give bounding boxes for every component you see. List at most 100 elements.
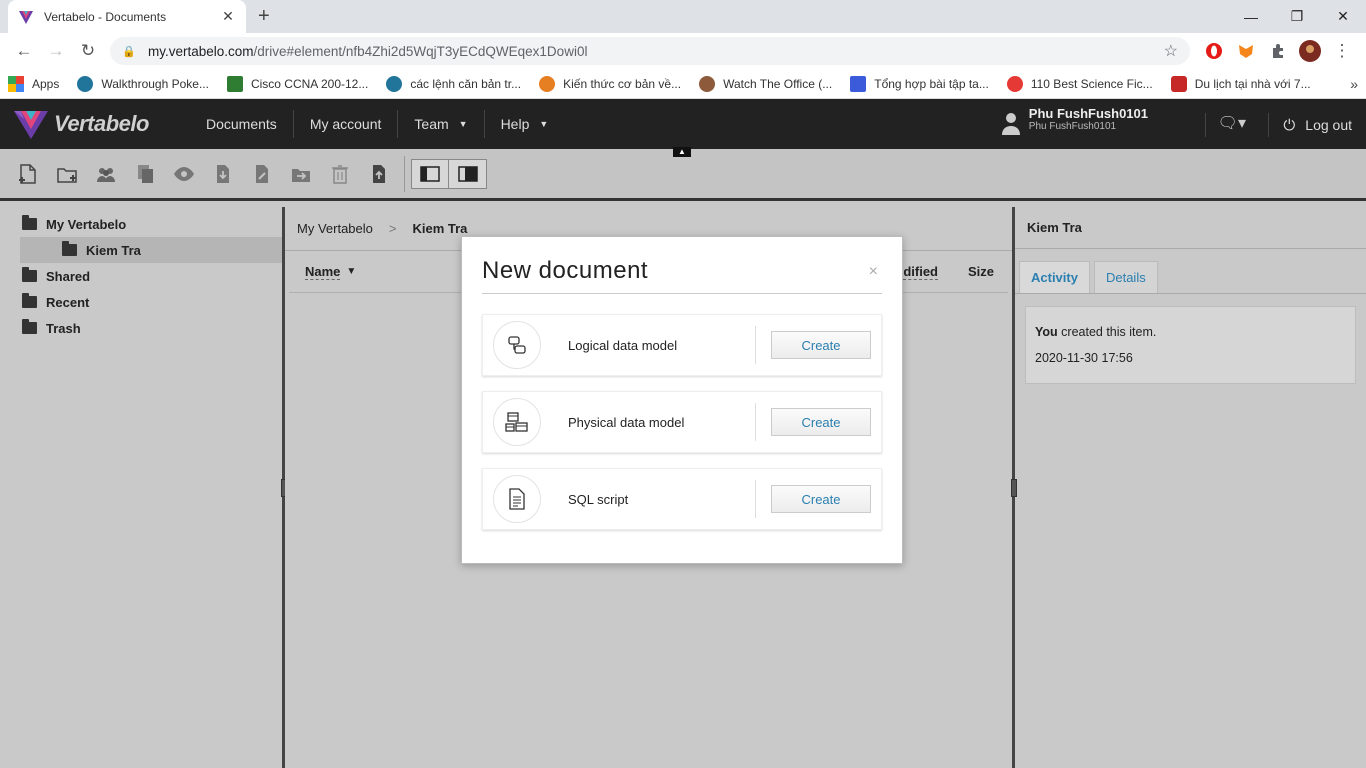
tab-activity[interactable]: Activity [1019, 261, 1090, 293]
url-path: /drive#element/nfb4Zhi2d5WqjT3yECdQWEqex… [253, 43, 588, 59]
browser-navbar: ← → ↻ 🔒 my.vertabelo.com /drive#element/… [0, 33, 1366, 69]
vertabelo-favicon-icon [19, 10, 33, 24]
apps-grid-icon [8, 75, 24, 92]
bookmarks-overflow-icon[interactable]: » [1350, 76, 1358, 92]
dialog-title: New document [482, 257, 882, 294]
forward-icon[interactable]: → [40, 35, 72, 67]
bookmark-item[interactable]: Kiến thức cơ bản về... [539, 75, 681, 92]
chevron-down-icon: ▼ [458, 119, 468, 129]
share-users-icon[interactable] [86, 156, 125, 192]
tree-item-shared[interactable]: Shared [0, 263, 282, 289]
tree-item-recent[interactable]: Recent [0, 289, 282, 315]
move-folder-icon[interactable] [281, 156, 320, 192]
lock-icon: 🔒 [122, 45, 136, 58]
nav-team[interactable]: Team ▼ [398, 110, 485, 138]
browser-tab[interactable]: Vertabelo - Documents ✕ [8, 0, 246, 33]
bookmark-item[interactable]: Tổng hợp bài tập ta... [850, 75, 989, 92]
new-folder-icon[interactable] [47, 156, 86, 192]
metamask-extension-icon[interactable] [1230, 35, 1262, 67]
logout-button[interactable]: ⏻ Log out [1268, 113, 1352, 137]
bookmark-item[interactable]: các lệnh căn bản tr... [386, 75, 521, 92]
nav-help[interactable]: Help ▼ [485, 110, 565, 138]
column-header-modified[interactable]: dified [903, 264, 938, 280]
browser-tabbar: Vertabelo - Documents ✕ + — ❐ ✕ [0, 0, 1366, 33]
download-icon[interactable] [203, 156, 242, 192]
bookmark-item[interactable]: Watch The Office (... [699, 75, 832, 92]
bookmark-item[interactable]: Cisco CCNA 200-12... [226, 75, 368, 92]
dialog-close-icon[interactable]: × [869, 263, 878, 281]
bookmark-item[interactable]: Walkthrough Poke... [77, 75, 209, 92]
user-icon [1001, 113, 1020, 135]
bookmark-item[interactable]: Apps [8, 75, 59, 92]
bookmark-item[interactable]: 110 Best Science Fic... [1006, 75, 1153, 92]
tab-close-icon[interactable]: ✕ [220, 8, 236, 25]
user-name: Phu FushFush0101 [1028, 106, 1148, 121]
bookmark-item[interactable]: Du lịch tại nhà với 7... [1170, 75, 1311, 92]
sort-desc-icon[interactable]: ▼ [346, 266, 356, 277]
opera-extension-icon[interactable] [1198, 35, 1230, 67]
new-document-icon[interactable] [8, 156, 47, 192]
left-panel-toggle-icon[interactable] [411, 158, 449, 189]
upload-icon[interactable] [359, 156, 398, 192]
create-physical-model-button[interactable]: Create [771, 408, 871, 436]
tree-item-my-vertabelo[interactable]: My Vertabelo [0, 211, 282, 237]
window-close-icon[interactable]: ✕ [1320, 0, 1366, 33]
activity-entry: You created this item. 2020-11-30 17:56 [1025, 306, 1356, 384]
right-splitter-handle[interactable] [1011, 479, 1017, 497]
folder-icon [22, 215, 37, 230]
trash-icon[interactable] [320, 156, 359, 192]
option-logical-data-model: Logical data model Create [482, 314, 882, 376]
option-physical-data-model: Physical data model Create [482, 391, 882, 453]
tree-item-trash[interactable]: Trash [0, 315, 282, 341]
activity-time: 2020-11-30 17:56 [1035, 351, 1133, 365]
new-tab-button[interactable]: + [258, 5, 270, 28]
reload-icon[interactable]: ↻ [72, 35, 104, 67]
chat-icon[interactable]: 🗨▾ [1204, 113, 1246, 137]
breadcrumb-current: Kiem Tra [412, 221, 468, 236]
profile-avatar[interactable] [1294, 35, 1326, 67]
create-sql-script-button[interactable]: Create [771, 485, 871, 513]
window-controls: — ❐ ✕ [1228, 0, 1366, 33]
activity-actor: You [1035, 325, 1058, 339]
toolbar-divider [404, 155, 405, 192]
preview-eye-icon[interactable] [164, 156, 203, 192]
tree-item-kiem-tra[interactable]: Kiem Tra [20, 237, 282, 263]
column-header-size[interactable]: Size [968, 264, 994, 279]
bookmark-star-icon[interactable]: ☆ [1164, 41, 1178, 61]
site-icon [1170, 75, 1187, 92]
user-menu[interactable]: Phu FushFush0101 Phu FushFush0101 [1001, 107, 1148, 135]
site-icon [699, 75, 716, 92]
details-tabs: Activity Details [1015, 249, 1366, 294]
restore-icon[interactable]: ❐ [1274, 0, 1320, 33]
folder-icon [22, 293, 37, 308]
activity-line: You created this item. [1035, 319, 1346, 345]
column-header-name[interactable]: Name [305, 264, 341, 280]
collapse-toolbar-icon[interactable]: ▲ [673, 147, 691, 157]
back-icon[interactable]: ← [8, 35, 40, 67]
create-logical-model-button[interactable]: Create [771, 331, 871, 359]
browser-menu-icon[interactable]: ⋮ [1326, 35, 1358, 67]
brand-name: Vertabelo [54, 111, 149, 136]
right-panel-toggle-icon[interactable] [449, 158, 487, 189]
logical-model-icon [493, 321, 541, 369]
edit-document-icon[interactable] [242, 156, 281, 192]
copy-icon[interactable] [125, 156, 164, 192]
site-icon [850, 75, 867, 92]
chevron-down-icon: ▼ [539, 119, 549, 129]
wordpress-icon [386, 75, 403, 92]
bookmarks-bar: Apps Walkthrough Poke... Cisco CCNA 200-… [0, 69, 1366, 99]
address-bar[interactable]: 🔒 my.vertabelo.com /drive#element/nfb4Zh… [110, 37, 1190, 65]
main-nav: Documents My account Team ▼ Help ▼ [190, 99, 564, 149]
power-icon: ⏻ [1283, 116, 1296, 134]
nav-documents[interactable]: Documents [190, 110, 294, 138]
minimize-icon[interactable]: — [1228, 0, 1274, 33]
physical-model-icon [493, 398, 541, 446]
option-label: SQL script [541, 480, 756, 518]
breadcrumb-root[interactable]: My Vertabelo [297, 221, 373, 236]
wordpress-icon [77, 75, 94, 92]
extensions-puzzle-icon[interactable] [1262, 35, 1294, 67]
tab-details[interactable]: Details [1093, 261, 1158, 293]
tab-title: Vertabelo - Documents [44, 9, 167, 24]
nav-my-account[interactable]: My account [294, 110, 399, 138]
vertabelo-logo[interactable]: Vertabelo [0, 107, 190, 141]
